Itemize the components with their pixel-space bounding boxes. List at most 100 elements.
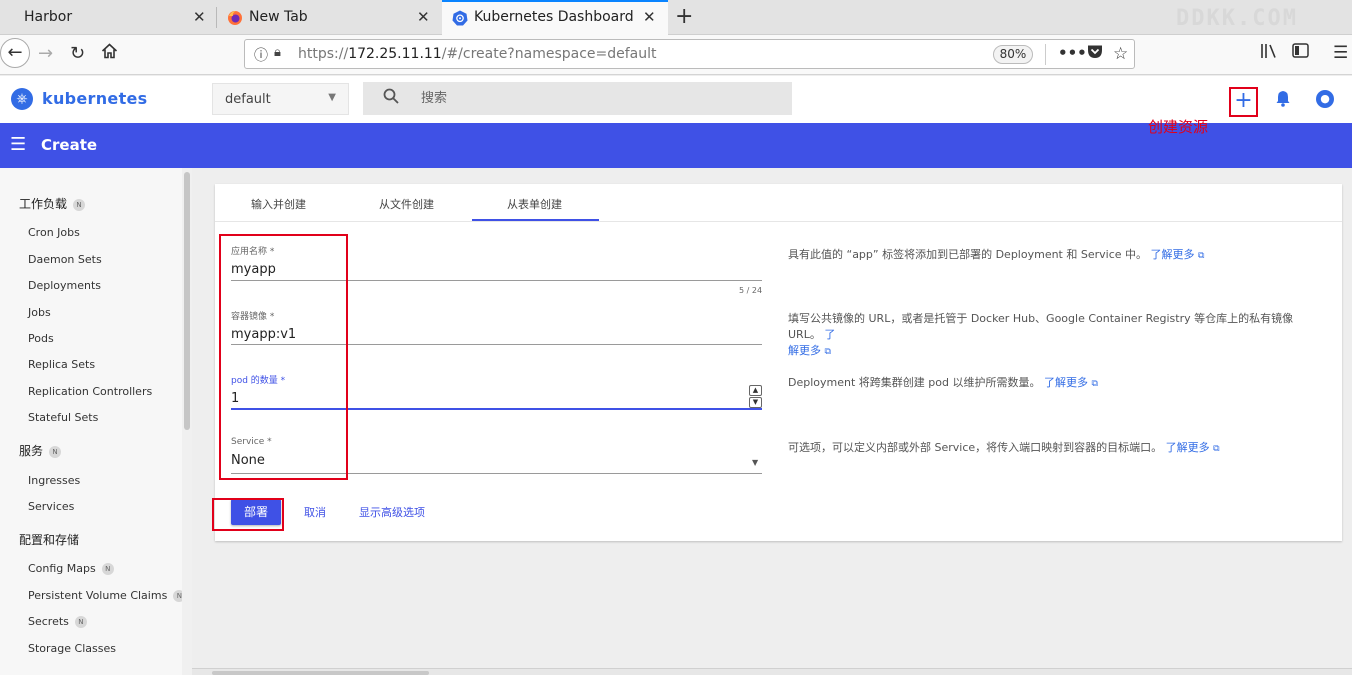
section-label: 服务 [19, 444, 44, 458]
hamburger-menu-icon[interactable]: ☰ [1333, 43, 1348, 63]
sidebar-item-cron-jobs[interactable]: Cron Jobs [28, 226, 80, 239]
sidebar-item-persistent-volume-claims[interactable]: Persistent Volume Claims N [28, 589, 186, 602]
kubernetes-icon [452, 10, 468, 26]
sidebar-item-config-maps[interactable]: Config Maps N [28, 562, 114, 575]
new-badge: N [101, 563, 114, 575]
caret-down-icon[interactable]: ▼ [752, 458, 758, 467]
url-host: 172.25.11.11 [348, 46, 442, 62]
create-resource-button[interactable]: + [1229, 87, 1258, 117]
item-label: Config Maps [28, 562, 96, 575]
search-icon [383, 88, 399, 108]
close-icon[interactable]: ✕ [417, 8, 430, 26]
pod-count-increment[interactable]: ▲ [749, 385, 762, 396]
external-link-icon: ⧉ [824, 347, 831, 357]
section-label: 工作负载 [19, 197, 68, 211]
library-icon[interactable] [1260, 43, 1278, 63]
sidebar-item-replica-sets[interactable]: Replica Sets [28, 358, 95, 371]
learn-more-link[interactable]: 了解更多 ⧉ [1044, 376, 1098, 389]
url-bar[interactable]: ⓘ 🔒︎ https://172.25.11.11/#/create?names… [244, 39, 1135, 69]
active-tab-indicator [472, 219, 599, 221]
image-help: 填写公共镜像的 URL，或者是托管于 Docker Hub、Google Con… [788, 311, 1323, 360]
browser-navbar: ← → ↻ ⓘ 🔒︎ https://172.25.11.11/#/create… [0, 35, 1352, 75]
tab-title: Kubernetes Dashboard [474, 9, 634, 25]
deploy-button-highlight [212, 498, 284, 531]
tab-title: Harbor [24, 9, 73, 25]
namespace-value: default [225, 92, 271, 107]
arrow-right-icon: → [38, 43, 54, 64]
search-input[interactable] [421, 88, 781, 108]
create-card: 输入并创建 从文件创建 从表单创建 应用名称 * 5 / 24 具有此值的 “a… [212, 184, 1342, 541]
caret-down-icon: ▼ [328, 92, 336, 103]
link-text: 解更多 [788, 344, 821, 357]
forward-button[interactable]: → [38, 43, 53, 64]
url-divider [1045, 44, 1046, 65]
pod-count-decrement[interactable]: ▼ [749, 397, 762, 408]
scrollbar-thumb[interactable] [212, 671, 429, 675]
sidebar-toggle-icon[interactable] [1292, 43, 1309, 62]
create-tabs: 输入并创建 从文件创建 从表单创建 [215, 184, 1342, 222]
browser-tab-new-tab[interactable]: New Tab ✕ [217, 0, 441, 35]
brand-name[interactable]: kubernetes [42, 89, 148, 108]
sidebar-item-services[interactable]: Services [28, 500, 74, 513]
account-icon: ● [1320, 92, 1330, 105]
browser-tab-strip: Harbor ✕ New Tab ✕ Kubernetes Dashboard … [0, 0, 1352, 35]
bell-icon [1276, 91, 1290, 107]
sidebar-item-pods[interactable]: Pods [28, 332, 54, 345]
menu-icon[interactable]: ☰ [10, 134, 26, 155]
reload-icon: ↻ [70, 43, 86, 64]
pod-count-help: Deployment 将跨集群创建 pod 以维护所需数量。 了解更多 ⧉ [788, 375, 1323, 392]
browser-tab-kubernetes-dashboard[interactable]: Kubernetes Dashboard ✕ [442, 0, 668, 35]
learn-more-link[interactable]: 了解更多 ⧉ [1151, 248, 1205, 261]
cancel-button[interactable]: 取消 [304, 504, 326, 520]
scrollbar-thumb[interactable] [184, 172, 190, 430]
help-text: 具有此值的 “app” 标签将添加到已部署的 Deployment 和 Serv… [788, 248, 1148, 261]
page-title: Create [41, 136, 98, 154]
external-link-icon: ⧉ [1091, 379, 1098, 389]
url-path: /#/create?namespace=default [441, 46, 657, 62]
sidebar-item-ingresses[interactable]: Ingresses [28, 474, 80, 487]
sidebar-item-stateful-sets[interactable]: Stateful Sets [28, 411, 98, 424]
back-button[interactable]: ← [0, 38, 30, 68]
kubernetes-logo-icon[interactable]: ⎈ [11, 88, 33, 110]
user-account-button[interactable]: ● [1316, 90, 1334, 108]
watermark: DDKK.COM [1176, 6, 1298, 31]
sidebar: 工作负载 N Cron Jobs Daemon Sets Deployments … [0, 168, 192, 675]
namespace-select[interactable]: default ▼ [212, 83, 349, 115]
browser-tab-harbor[interactable]: Harbor ✕ [0, 0, 216, 35]
zoom-level-badge[interactable]: 80% [993, 45, 1033, 64]
sidebar-item-deployments[interactable]: Deployments [28, 279, 101, 292]
search-box[interactable] [363, 82, 792, 115]
notifications-button[interactable] [1275, 90, 1291, 111]
sidebar-scrollbar[interactable] [182, 168, 192, 675]
home-button[interactable] [101, 43, 118, 64]
bookmark-star-icon[interactable]: ☆ [1113, 44, 1128, 64]
more-actions-icon[interactable]: ••• [1058, 44, 1087, 62]
chevron-down-icon: ▼ [752, 398, 759, 406]
sidebar-item-replication-controllers[interactable]: Replication Controllers [28, 385, 152, 398]
url-text[interactable]: https://172.25.11.11/#/create?namespace=… [298, 46, 657, 62]
tab-create-from-form[interactable]: 从表单创建 [507, 196, 562, 212]
sidebar-item-daemon-sets[interactable]: Daemon Sets [28, 253, 102, 266]
sidebar-section-services[interactable]: 服务 N [19, 442, 62, 459]
lock-icon[interactable]: 🔒︎ [274, 45, 281, 60]
learn-more-link[interactable]: 了解更多 ⧉ [1166, 441, 1220, 454]
close-icon[interactable]: ✕ [643, 8, 656, 26]
show-advanced-options-button[interactable]: 显示高级选项 [359, 504, 425, 520]
tab-create-from-input[interactable]: 输入并创建 [251, 196, 306, 212]
reload-button[interactable]: ↻ [70, 43, 85, 64]
sidebar-item-jobs[interactable]: Jobs [28, 306, 51, 319]
app-name-help: 具有此值的 “app” 标签将添加到已部署的 Deployment 和 Serv… [788, 247, 1323, 264]
close-icon[interactable]: ✕ [193, 8, 206, 26]
sidebar-item-storage-classes[interactable]: Storage Classes [28, 642, 116, 655]
info-icon[interactable]: ⓘ [254, 45, 268, 65]
pocket-icon[interactable] [1087, 44, 1103, 63]
tab-create-from-file[interactable]: 从文件创建 [379, 196, 434, 212]
create-resource-annotation: 创建资源 [1148, 118, 1209, 136]
link-text: 了解更多 [1165, 441, 1210, 454]
help-text: 填写公共镜像的 URL，或者是托管于 Docker Hub、Google Con… [788, 312, 1294, 341]
horizontal-scrollbar[interactable] [192, 668, 1352, 675]
sidebar-section-config-storage[interactable]: 配置和存储 [19, 531, 79, 548]
sidebar-item-secrets[interactable]: Secrets N [28, 615, 87, 628]
sidebar-section-workloads[interactable]: 工作负载 N [19, 195, 86, 212]
new-tab-button[interactable]: + [675, 4, 693, 29]
